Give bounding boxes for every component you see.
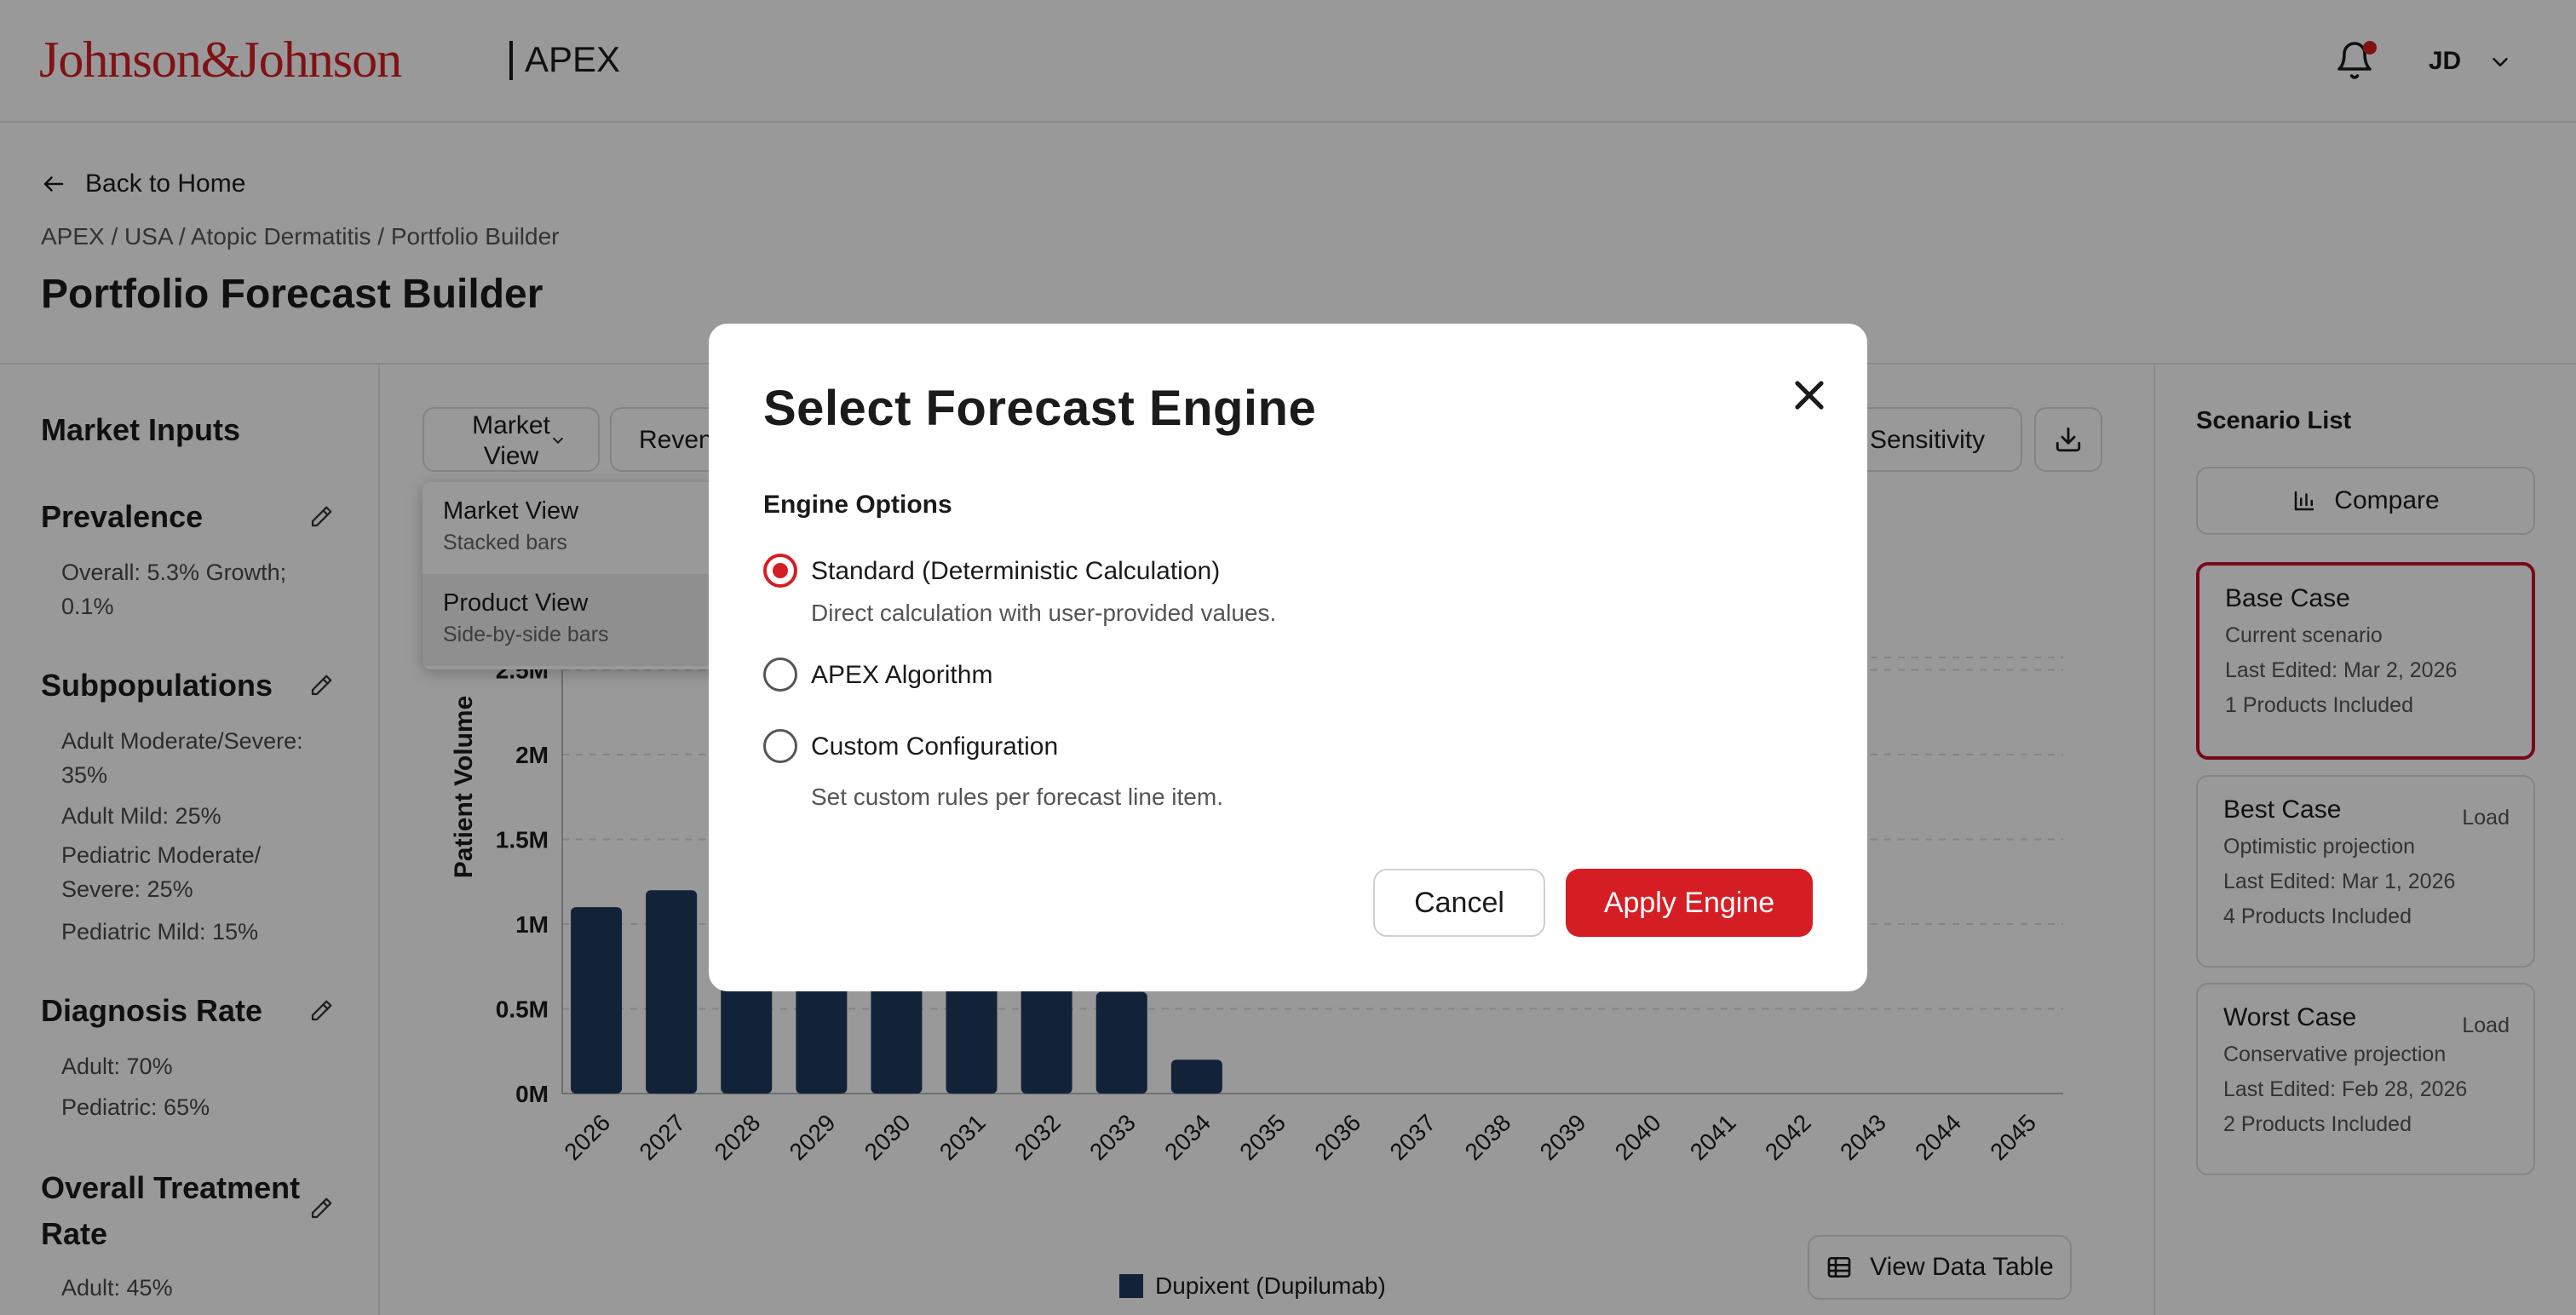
option-label-apex-algorithm[interactable]: APEX Algorithm xyxy=(811,661,992,690)
radio-apex-algorithm[interactable] xyxy=(763,658,797,692)
engine-options-label: Engine Options xyxy=(763,491,952,519)
modal-title: Select Forecast Engine xyxy=(763,381,1317,436)
apply-engine-button[interactable]: Apply Engine xyxy=(1566,869,1813,937)
close-icon[interactable] xyxy=(1785,371,1833,419)
option-desc-custom-configuration: Set custom rules per forecast line item. xyxy=(811,784,1223,810)
radio-custom-configuration[interactable] xyxy=(763,729,797,763)
option-desc-standard: Direct calculation with user-provided va… xyxy=(811,600,1277,626)
option-label-custom-configuration[interactable]: Custom Configuration xyxy=(811,732,1058,761)
cancel-button[interactable]: Cancel xyxy=(1373,869,1545,937)
option-label-standard[interactable]: Standard (Deterministic Calculation) xyxy=(811,557,1220,586)
radio-standard[interactable] xyxy=(763,554,797,588)
select-engine-modal: Select Forecast Engine Engine Options St… xyxy=(709,324,1867,991)
